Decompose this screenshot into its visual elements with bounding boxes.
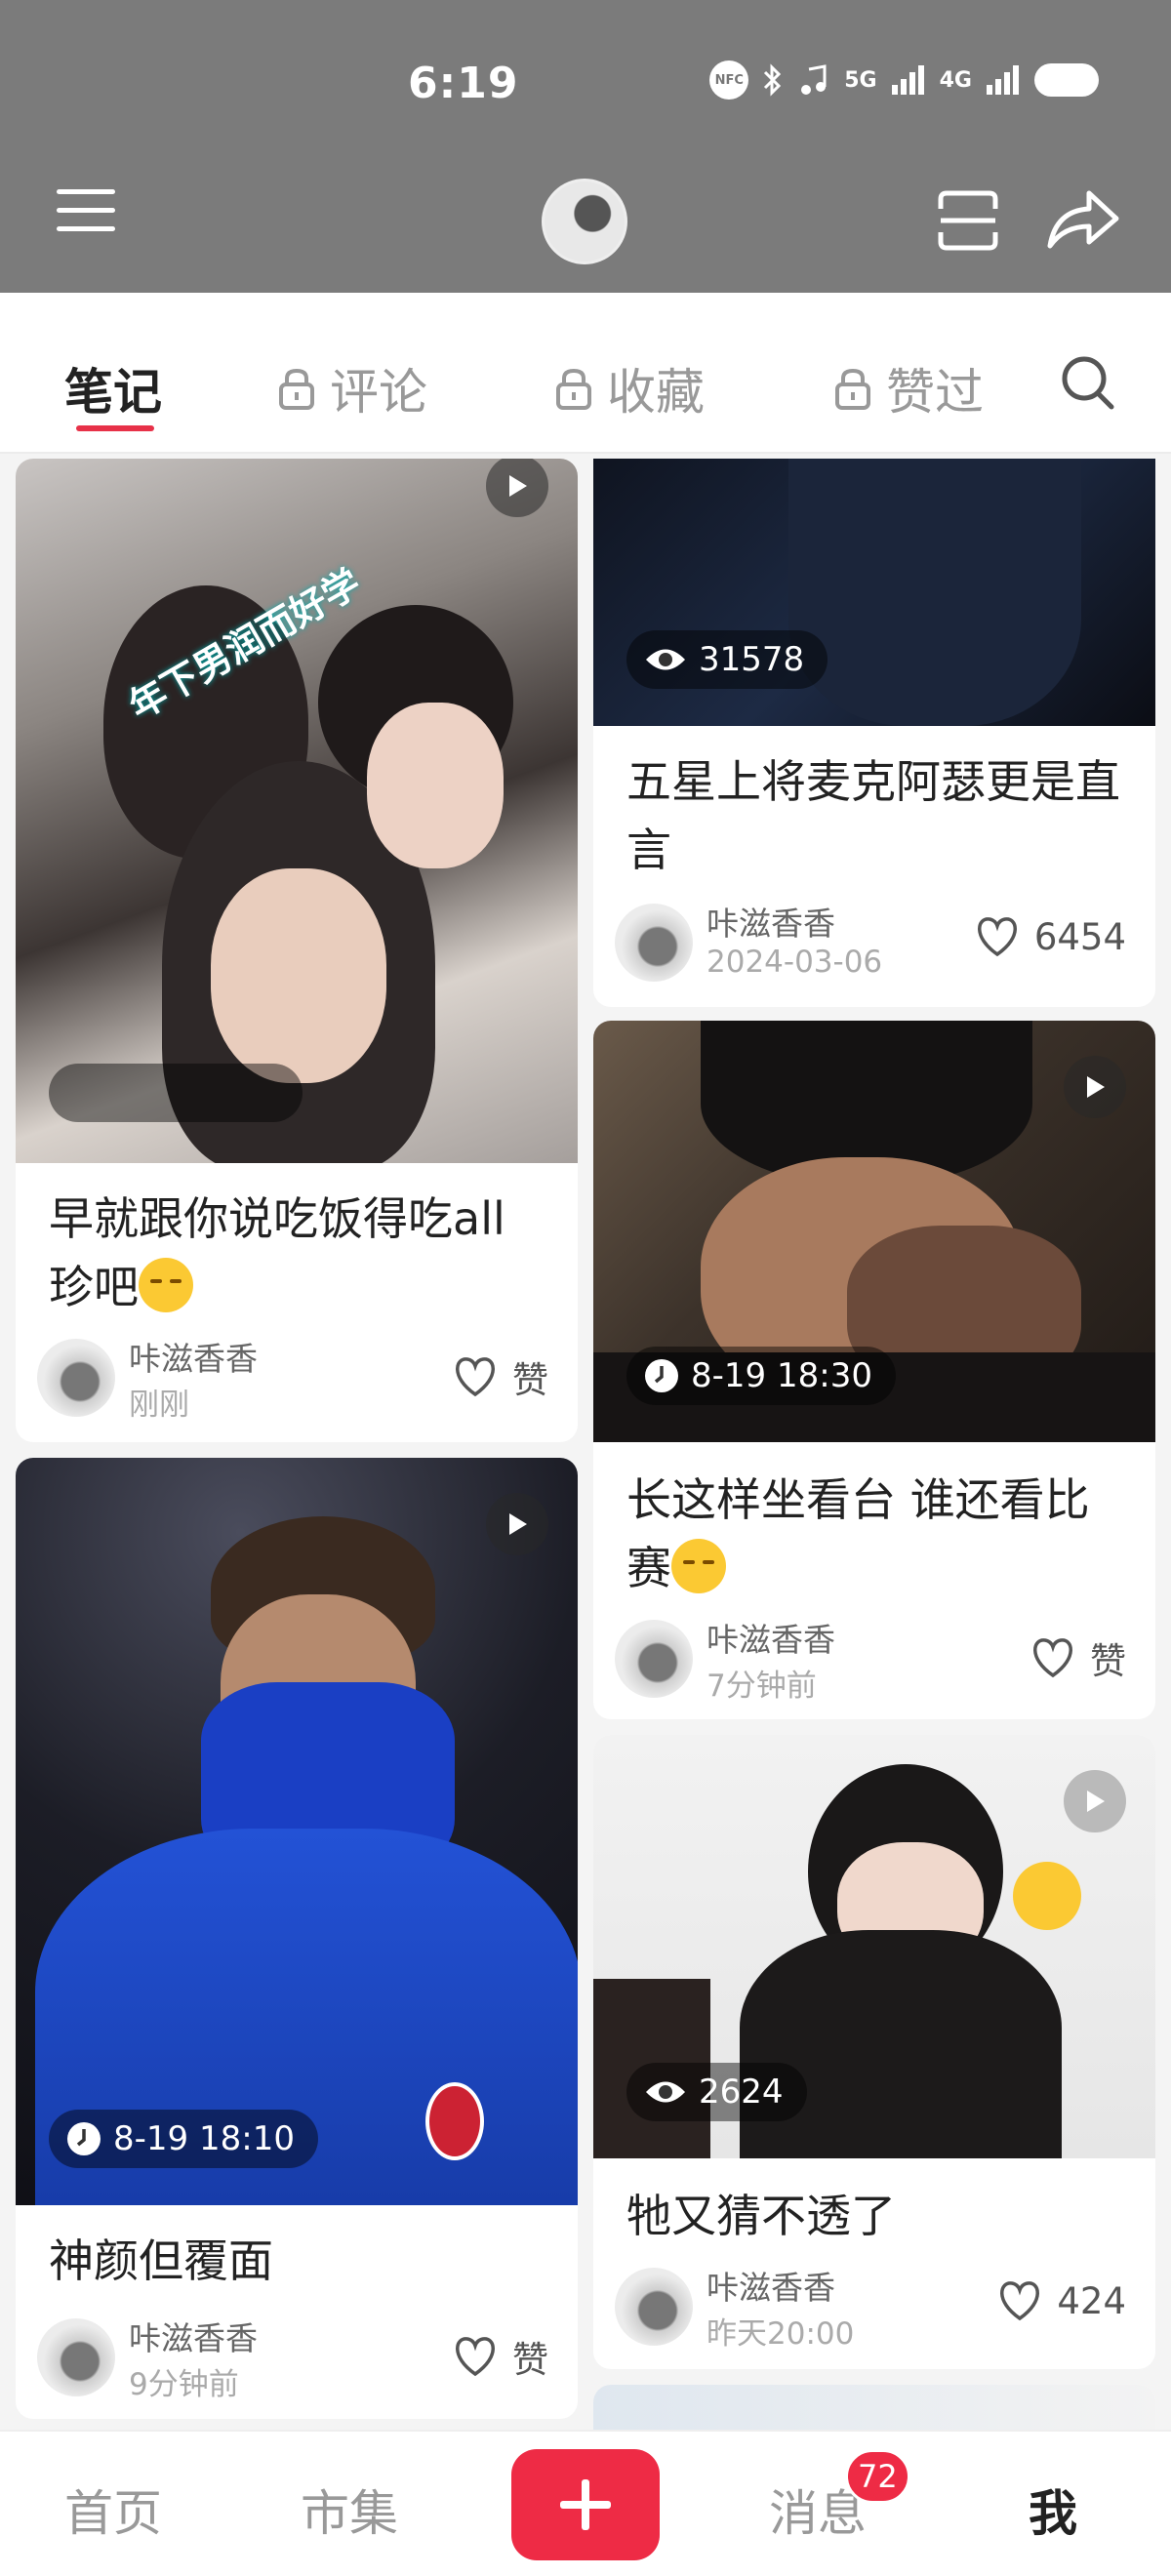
like-button[interactable]: 6454 xyxy=(974,915,1126,958)
signal-bars-icon xyxy=(891,65,926,95)
nav-market[interactable]: 市集 xyxy=(301,2475,398,2545)
author-avatar[interactable] xyxy=(615,2268,693,2346)
author-name: 咔滋香香 xyxy=(129,2319,258,2357)
post-card[interactable]: 8-19 18:30 长这样坐看台 谁还看比赛 咔滋香香 7分钟前 赞 xyxy=(593,1021,1155,1719)
post-date: 2024-03-06 xyxy=(707,945,883,980)
clock-icon xyxy=(67,2122,101,2155)
bottom-nav: 首页 市集 消息 72 我 xyxy=(0,2430,1171,2576)
post-thumbnail: 8-19 18:30 xyxy=(593,1021,1155,1442)
author-name: 咔滋香香 xyxy=(707,905,835,943)
post-title: 长这样坐看台 谁还看比赛 xyxy=(626,1473,1090,1594)
author-name: 咔滋香香 xyxy=(707,2269,835,2307)
view-count-badge: 2624 xyxy=(626,2063,807,2121)
play-icon xyxy=(486,459,548,517)
post-card[interactable]: 年下男润而好学 早就跟你说吃饭得吃all珍吧 咔滋香香 刚刚 赞 xyxy=(16,459,578,1442)
post-title: 神颜但覆面 xyxy=(49,2234,273,2287)
play-icon xyxy=(1064,1056,1126,1118)
post-date: 刚刚 xyxy=(129,1388,189,1423)
post-card[interactable]: 31578 五星上将麦克阿瑟更是直言 咔滋香香 2024-03-06 6454 xyxy=(593,459,1155,1007)
relieved-face-emoji-icon xyxy=(139,1258,193,1312)
post-thumbnail: 31578 xyxy=(593,459,1155,726)
messages-badge: 72 xyxy=(845,2449,910,2504)
author-avatar[interactable] xyxy=(615,1620,693,1698)
post-thumbnail: 8-19 18:10 xyxy=(16,1458,578,2205)
lock-icon xyxy=(279,368,314,410)
eye-icon xyxy=(646,649,685,670)
top-bar: 6:19 NFC 5G 4G xyxy=(0,0,1171,293)
sneezing-face-emoji-icon xyxy=(671,1539,726,1593)
heart-icon xyxy=(456,1357,495,1397)
author-name: 咔滋香香 xyxy=(707,1621,835,1659)
like-button[interactable]: 赞 xyxy=(1030,1631,1126,1684)
play-icon xyxy=(486,1493,548,1555)
battery-icon xyxy=(1034,63,1099,97)
status-icons: NFC 5G 4G xyxy=(709,60,1099,100)
lock-icon xyxy=(556,368,591,410)
post-thumbnail: 2624 xyxy=(593,1735,1155,2158)
clock-icon xyxy=(645,1359,678,1392)
like-button[interactable]: 赞 xyxy=(452,1350,548,1403)
publish-time-badge: 8-19 18:30 xyxy=(626,1347,896,1405)
post-date: 9分钟前 xyxy=(129,2367,239,2402)
post-card[interactable]: 2624 牠又猜不透了 咔滋香香 昨天20:00 424 xyxy=(593,1735,1155,2369)
share-icon[interactable] xyxy=(1044,185,1122,254)
author-avatar[interactable] xyxy=(37,2318,115,2396)
heart-icon xyxy=(456,2337,495,2377)
bluetooth-icon xyxy=(762,62,784,98)
post-date: 7分钟前 xyxy=(707,1669,817,1704)
author-name: 咔滋香香 xyxy=(129,1340,258,1378)
scan-icon[interactable] xyxy=(937,189,999,252)
profile-avatar[interactable] xyxy=(542,179,627,264)
author-avatar[interactable] xyxy=(615,904,693,982)
signal-bars-icon-2 xyxy=(986,65,1021,95)
eye-icon xyxy=(646,2081,685,2103)
tab-notes[interactable]: 笔记 xyxy=(64,353,162,423)
heart-icon xyxy=(1033,1638,1072,1678)
post-title: 早就跟你说吃饭得吃all珍吧 xyxy=(49,1192,505,1313)
active-tab-indicator xyxy=(76,425,154,431)
heart-icon xyxy=(1000,2281,1040,2321)
tab-comments[interactable]: 评论 xyxy=(277,353,427,423)
post-thumbnail: 年下男润而好学 xyxy=(16,459,578,1163)
like-button[interactable]: 赞 xyxy=(452,2330,548,2383)
like-button[interactable]: 424 xyxy=(996,2279,1126,2322)
profile-tabs: 笔记 评论 收藏 赞过 xyxy=(0,293,1171,454)
tab-liked[interactable]: 赞过 xyxy=(833,353,984,423)
post-title: 牠又猜不透了 xyxy=(626,2190,896,2242)
signal-5g-icon: 5G xyxy=(844,67,877,93)
watermark-badge xyxy=(49,1064,303,1122)
menu-icon[interactable] xyxy=(57,189,115,238)
author-avatar[interactable] xyxy=(37,1339,115,1417)
post-card[interactable]: 8-19 18:10 神颜但覆面 咔滋香香 9分钟前 赞 xyxy=(16,1458,578,2419)
view-count-badge: 31578 xyxy=(626,630,828,689)
status-time: 6:19 xyxy=(408,59,519,108)
nfc-icon: NFC xyxy=(709,60,749,100)
post-date: 昨天20:00 xyxy=(707,2316,855,2352)
create-post-button[interactable] xyxy=(511,2449,660,2560)
nav-me[interactable]: 我 xyxy=(1029,2475,1077,2545)
nav-home[interactable]: 首页 xyxy=(64,2475,162,2545)
search-icon[interactable] xyxy=(1059,353,1117,412)
post-title: 五星上将麦克阿瑟更是直言 xyxy=(626,755,1120,876)
plus-icon xyxy=(560,2479,611,2530)
music-icon xyxy=(797,63,830,97)
publish-time-badge: 8-19 18:10 xyxy=(49,2110,318,2168)
tab-favorites[interactable]: 收藏 xyxy=(554,353,705,423)
heart-icon xyxy=(977,917,1017,957)
signal-4g-icon: 4G xyxy=(939,67,972,93)
play-icon xyxy=(1064,1770,1126,1832)
lock-icon xyxy=(835,368,870,410)
